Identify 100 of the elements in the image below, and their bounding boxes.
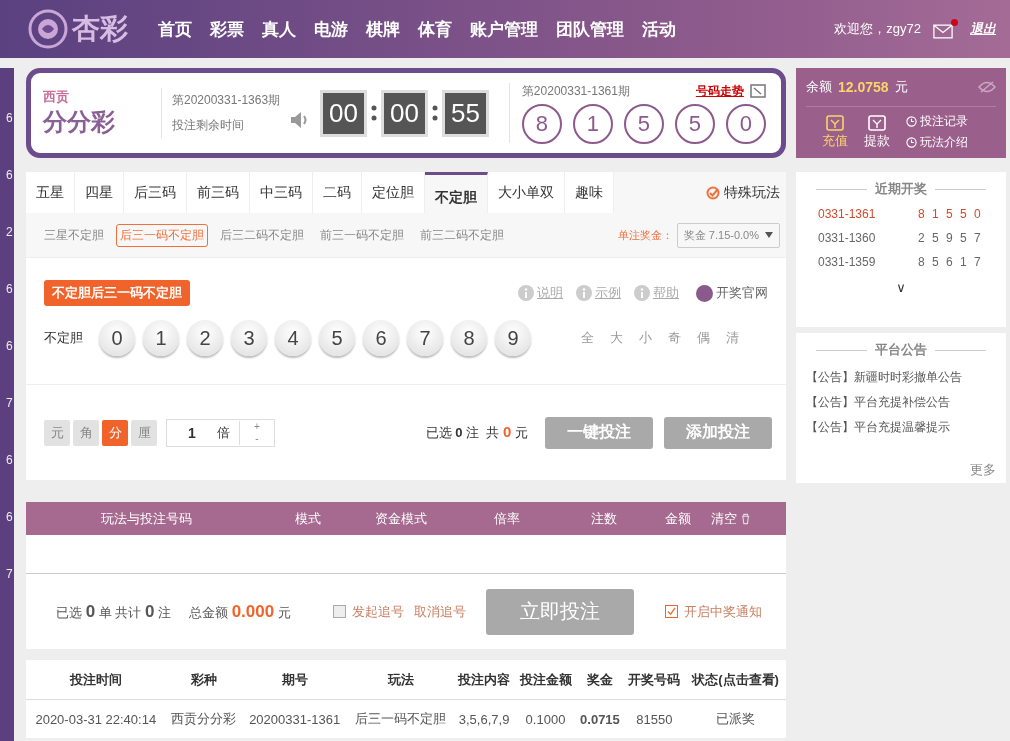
column-header: 彩种 xyxy=(165,660,242,700)
number-ball[interactable]: 7 xyxy=(407,320,443,356)
column-header: 模式 xyxy=(294,509,323,528)
number-ball[interactable]: 9 xyxy=(495,320,531,356)
column-header: 期号 xyxy=(241,660,348,700)
play-tab[interactable]: 五星 xyxy=(26,172,75,213)
prize-dropdown[interactable]: 奖金 7.15-0.0% xyxy=(676,222,780,248)
play-tab[interactable]: 四星 xyxy=(75,172,124,213)
column-header: 玩法与投注号码 xyxy=(99,509,193,528)
number-ball[interactable]: 2 xyxy=(187,320,223,356)
nav-link[interactable]: 棋牌 xyxy=(366,17,400,41)
subplay-tab[interactable]: 前三二码不定胆 xyxy=(416,223,508,247)
trash-icon[interactable] xyxy=(740,512,750,525)
nav-link[interactable]: 电游 xyxy=(314,17,348,41)
result-ball: 5 xyxy=(674,103,715,144)
logo-text: 杏彩 xyxy=(72,12,129,46)
money-box-icon xyxy=(867,114,887,132)
table-cell: 3,5,6,7,9 xyxy=(453,699,515,738)
play-tab[interactable]: 不定胆 xyxy=(425,172,488,213)
expand-toggle[interactable]: ∨ xyxy=(806,280,996,295)
flower-logo-icon xyxy=(28,9,68,49)
mail-icon[interactable] xyxy=(933,19,958,39)
draw-period: 0331-1360 xyxy=(818,231,877,245)
account-link[interactable]: 投注记录 xyxy=(920,113,968,130)
balance-value: 12.0758 xyxy=(838,79,889,95)
number-ball[interactable]: 4 xyxy=(275,320,311,356)
side-text: 6 xyxy=(6,110,14,127)
table-cell[interactable]: 已派奖 xyxy=(685,699,786,738)
clock-icon xyxy=(906,137,917,148)
info-icon xyxy=(634,285,650,301)
side-text: 2 xyxy=(6,224,14,241)
column-header: 奖金 xyxy=(576,660,624,700)
column-header: 金额 xyxy=(664,509,693,528)
trend-link[interactable]: 号码走势 xyxy=(695,82,744,100)
cancel-chase-link[interactable]: 取消追号 xyxy=(414,602,467,621)
nav-link[interactable]: 彩票 xyxy=(210,17,244,41)
clear-button[interactable]: 清空 xyxy=(710,509,737,528)
column-header: 玩法 xyxy=(347,660,454,700)
nav-link[interactable]: 真人 xyxy=(262,17,296,41)
play-tab[interactable]: 前三码 xyxy=(187,172,250,213)
column-header: 开奖号码 xyxy=(623,660,686,700)
number-ball[interactable]: 0 xyxy=(99,320,135,356)
card-title: 平台公告 xyxy=(875,341,927,359)
column-header: 投注内容 xyxy=(453,660,515,700)
column-header: 倍率 xyxy=(493,509,522,528)
number-ball[interactable]: 6 xyxy=(363,320,399,356)
order-summary: 已选 0 单 共计 0 注 xyxy=(56,601,172,622)
nav-link[interactable]: 团队管理 xyxy=(556,17,624,41)
balance-unit: 元 xyxy=(894,78,908,96)
column-header: 投注金额 xyxy=(514,660,577,700)
caret-icon xyxy=(765,232,773,238)
draw-numbers: 2 5 9 5 7 xyxy=(918,231,983,245)
period-text: 第20200331-1363期 xyxy=(172,92,281,109)
table-cell: 0.1000 xyxy=(514,699,577,738)
more-link[interactable]: 更多 xyxy=(970,461,996,479)
chase-label: 发起追号 xyxy=(352,602,405,621)
subplay-tab[interactable]: 后三二码不定胆 xyxy=(216,223,308,247)
play-tab[interactable]: 二码 xyxy=(313,172,362,213)
number-ball[interactable]: 1 xyxy=(143,320,179,356)
total-amount: 总金额 0.000 元 xyxy=(189,601,291,622)
row-label: 不定胆 xyxy=(44,329,83,347)
special-play-link[interactable]: 特殊玩法 xyxy=(724,183,780,202)
official-site-link[interactable]: 开奖官网 xyxy=(716,284,768,302)
number-ball[interactable]: 5 xyxy=(319,320,355,356)
notice-link[interactable]: 【公告】平台充提温馨提示 xyxy=(806,413,996,438)
play-tab[interactable]: 后三码 xyxy=(124,172,187,213)
play-tab[interactable]: 大小单双 xyxy=(488,172,565,213)
side-text: 6 xyxy=(6,338,14,355)
account-action[interactable]: 提款 xyxy=(864,114,890,150)
number-ball[interactable]: 8 xyxy=(451,320,487,356)
unit-button[interactable]: 分 xyxy=(102,419,128,446)
multiplier-field[interactable]: 1 倍 + - xyxy=(166,418,275,447)
account-link[interactable]: 玩法介绍 xyxy=(920,134,968,151)
side-text: 6 xyxy=(6,281,14,298)
play-tooltip: 不定胆后三一码不定胆 xyxy=(44,280,190,306)
nav-link[interactable]: 活动 xyxy=(642,17,676,41)
prize-label: 单注奖金： xyxy=(617,227,673,243)
side-text: 6 xyxy=(6,452,14,469)
logout-link[interactable]: 退出 xyxy=(970,20,996,38)
nav-link[interactable]: 首页 xyxy=(158,17,192,41)
play-tab[interactable]: 中三码 xyxy=(250,172,313,213)
notice-link[interactable]: 【公告】新疆时时彩撤单公告 xyxy=(806,363,996,388)
play-tab[interactable]: 趣味 xyxy=(565,172,614,213)
nav-link[interactable]: 体育 xyxy=(418,17,452,41)
eye-off-icon[interactable] xyxy=(978,81,996,93)
table-cell: 20200331-1361 xyxy=(241,699,348,738)
number-ball[interactable]: 3 xyxy=(231,320,267,356)
side-text: 7 xyxy=(6,566,14,583)
notice-link[interactable]: 【公告】平台充提补偿公告 xyxy=(806,388,996,413)
play-tab[interactable]: 定位胆 xyxy=(362,172,425,213)
subplay-tab[interactable]: 前三一码不定胆 xyxy=(316,223,408,247)
selection-summary: 已选 0 注 共 0 元 xyxy=(425,423,528,442)
table-cell: 0.0715 xyxy=(576,699,624,738)
subplay-tab[interactable]: 三星不定胆 xyxy=(40,223,108,247)
account-action[interactable]: 充值 xyxy=(822,114,848,150)
nav-link[interactable]: 账户管理 xyxy=(470,17,538,41)
result-ball: 0 xyxy=(725,103,766,144)
notify-checkbox[interactable] xyxy=(665,605,678,618)
chase-checkbox[interactable] xyxy=(333,605,347,618)
game-logo: 西贡 分分彩 xyxy=(43,88,162,138)
